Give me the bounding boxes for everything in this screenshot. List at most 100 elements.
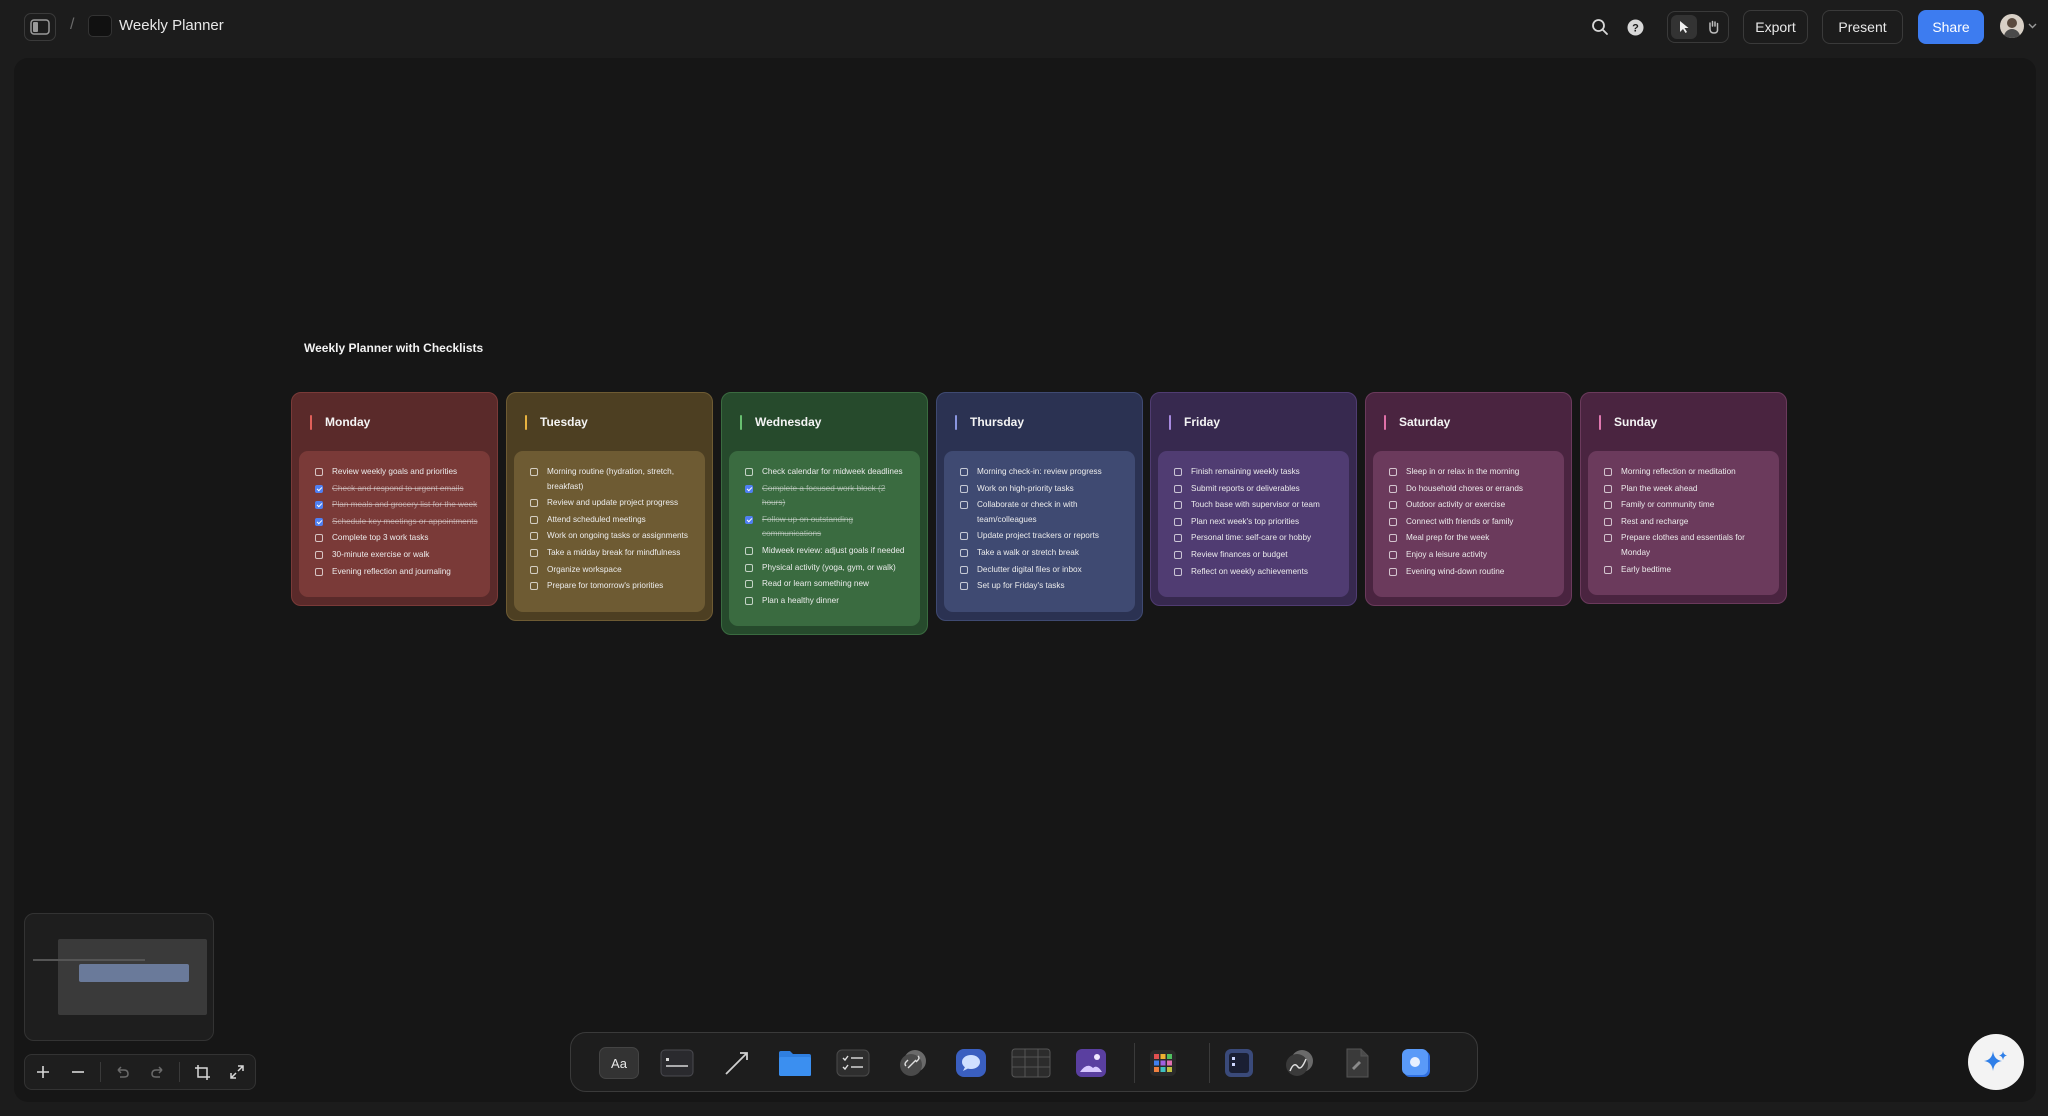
checklist-item-text[interactable]: Schedule key meetings or appointments (332, 515, 478, 530)
checklist-item-text[interactable]: Set up for Friday's tasks (977, 579, 1065, 594)
checkbox[interactable] (315, 550, 323, 559)
checklist-item-text[interactable]: Follow up on outstanding communications (762, 513, 910, 542)
checkbox[interactable] (315, 534, 323, 543)
checkbox[interactable] (1604, 534, 1612, 543)
help-button[interactable]: ? (1624, 16, 1646, 38)
zoom-in-button[interactable] (25, 1055, 60, 1089)
checkbox[interactable] (1604, 517, 1612, 526)
chevron-down-icon[interactable] (2028, 23, 2037, 29)
checkbox[interactable] (530, 468, 538, 476)
checklist-item-text[interactable]: Review weekly goals and priorities (332, 465, 457, 480)
checkbox[interactable] (1604, 565, 1612, 574)
day-card-saturday[interactable]: Saturday Sleep in or relax in the morning… (1365, 392, 1572, 607)
checkbox[interactable] (530, 548, 538, 557)
checkbox[interactable] (745, 563, 753, 572)
checklist-item-text[interactable]: Update project trackers or reports (977, 529, 1099, 544)
checklist-item-text[interactable]: Finish remaining weekly tasks (1191, 465, 1300, 480)
day-card-friday[interactable]: Friday Finish remaining weekly tasks Submi… (1150, 392, 1357, 607)
checklist-item-text[interactable]: Morning check-in: review progress (977, 465, 1102, 480)
link-tool[interactable] (893, 1047, 933, 1079)
avatar[interactable] (2000, 14, 2024, 38)
checklist-item-text[interactable]: Physical activity (yoga, gym, or walk) (762, 561, 896, 576)
checkbox-checked[interactable] (315, 501, 323, 510)
checklist-item-text[interactable]: Do household chores or errands (1406, 482, 1523, 497)
checklist-item-text[interactable]: Rest and recharge (1621, 515, 1688, 530)
checkbox[interactable] (1389, 517, 1397, 526)
checkbox[interactable] (745, 580, 753, 589)
checkbox[interactable] (960, 565, 968, 574)
fit-to-screen-button[interactable] (184, 1055, 219, 1089)
checklist-item-text[interactable]: Submit reports or deliverables (1191, 482, 1300, 497)
mini-board-tool[interactable] (1219, 1047, 1259, 1079)
doc-title[interactable]: Weekly Planner (119, 17, 224, 34)
checklist-item-text[interactable]: Connect with friends or family (1406, 515, 1513, 530)
document-tool[interactable] (1337, 1047, 1377, 1079)
sketch-tool[interactable] (1279, 1047, 1319, 1079)
sticky-note-tool[interactable] (657, 1047, 697, 1079)
day-card-sunday[interactable]: Sunday Morning reflection or meditation Pl… (1580, 392, 1787, 605)
checklist-item-text[interactable]: Check calendar for midweek deadlines (762, 465, 903, 480)
checklist-item-text[interactable]: Take a walk or stretch break (977, 546, 1079, 561)
checklist-item-text[interactable]: Organize workspace (547, 563, 622, 578)
connector-arrow-tool[interactable] (717, 1047, 757, 1079)
checkbox[interactable] (1389, 550, 1397, 559)
checklist-item-text[interactable]: Meal prep for the week (1406, 531, 1489, 546)
checkbox[interactable] (1604, 484, 1612, 493)
checklist-item-text[interactable]: Enjoy a leisure activity (1406, 548, 1487, 563)
checklist-item-text[interactable]: Work on ongoing tasks or assignments (547, 529, 688, 544)
checkbox[interactable] (1389, 484, 1397, 493)
checklist-item-text[interactable]: Review and update project progress (547, 496, 678, 511)
checklist-item-text[interactable]: Plan the week ahead (1621, 482, 1697, 497)
ai-image-tool[interactable] (1397, 1047, 1437, 1079)
checklist-item-text[interactable]: Plan meals and grocery list for the week (332, 498, 477, 513)
minimap[interactable] (24, 913, 214, 1041)
checkbox[interactable] (1174, 517, 1182, 526)
checklist-item-text[interactable]: Reflect on weekly achievements (1191, 565, 1308, 580)
checklist-item-text[interactable]: Morning routine (hydration, stretch, bre… (547, 465, 695, 494)
checklist-item-text[interactable]: Attend scheduled meetings (547, 513, 646, 528)
checklist-item-text[interactable]: Complete a focused work block (2 hours) (762, 482, 910, 511)
checklist-item-text[interactable]: Touch base with supervisor or team (1191, 498, 1320, 513)
checkbox[interactable] (530, 499, 538, 508)
checkbox[interactable] (1174, 501, 1182, 510)
checkbox[interactable] (960, 582, 968, 591)
search-button[interactable] (1588, 15, 1612, 39)
checkbox[interactable] (1389, 567, 1397, 576)
day-card-thursday[interactable]: Thursday Morning check-in: review progres… (936, 392, 1143, 621)
share-button[interactable]: Share (1918, 10, 1984, 44)
checklist-item-text[interactable]: Prepare clothes and essentials for Monda… (1621, 531, 1769, 560)
checkbox[interactable] (960, 468, 968, 476)
checklist-item-text[interactable]: Plan next week's top priorities (1191, 515, 1299, 530)
folder-tool[interactable] (775, 1047, 815, 1079)
hand-mode-button[interactable] (1700, 15, 1726, 39)
day-card-monday[interactable]: Monday Review weekly goals and priorities… (291, 392, 498, 607)
checkbox[interactable] (1389, 468, 1397, 476)
checkbox[interactable] (960, 548, 968, 557)
checkbox[interactable] (1174, 484, 1182, 493)
checklist-item-text[interactable]: Prepare for tomorrow's priorities (547, 579, 663, 594)
checklist-item-text[interactable]: Family or community time (1621, 498, 1714, 513)
day-card-tuesday[interactable]: Tuesday Morning routine (hydration, stret… (506, 392, 713, 621)
checklist-item-text[interactable]: Outdoor activity or exercise (1406, 498, 1505, 513)
checklist-item-text[interactable]: Complete top 3 work tasks (332, 531, 428, 546)
checklist-item-text[interactable]: Evening reflection and journaling (332, 565, 451, 580)
board-title[interactable]: Weekly Planner with Checklists (304, 341, 483, 355)
comment-tool[interactable] (951, 1047, 991, 1079)
checklist-item-text[interactable]: Review finances or budget (1191, 548, 1288, 563)
checkbox-checked[interactable] (745, 515, 753, 524)
checkbox[interactable] (1389, 534, 1397, 543)
checkbox-checked[interactable] (315, 517, 323, 526)
checkbox[interactable] (1389, 501, 1397, 510)
sidebar-toggle-button[interactable] (24, 13, 56, 41)
checkbox[interactable] (745, 546, 753, 555)
select-mode-button[interactable] (1671, 15, 1697, 39)
checklist-item-text[interactable]: Read or learn something new (762, 577, 869, 592)
image-tool[interactable] (1071, 1047, 1111, 1079)
checkbox[interactable] (530, 582, 538, 591)
zoom-out-button[interactable] (60, 1055, 95, 1089)
table-tool[interactable] (1011, 1047, 1051, 1079)
checkbox-checked[interactable] (745, 484, 753, 493)
text-tool[interactable]: Aa (599, 1047, 639, 1079)
checkbox[interactable] (315, 567, 323, 576)
checklist-item-text[interactable]: Morning reflection or meditation (1621, 465, 1736, 480)
